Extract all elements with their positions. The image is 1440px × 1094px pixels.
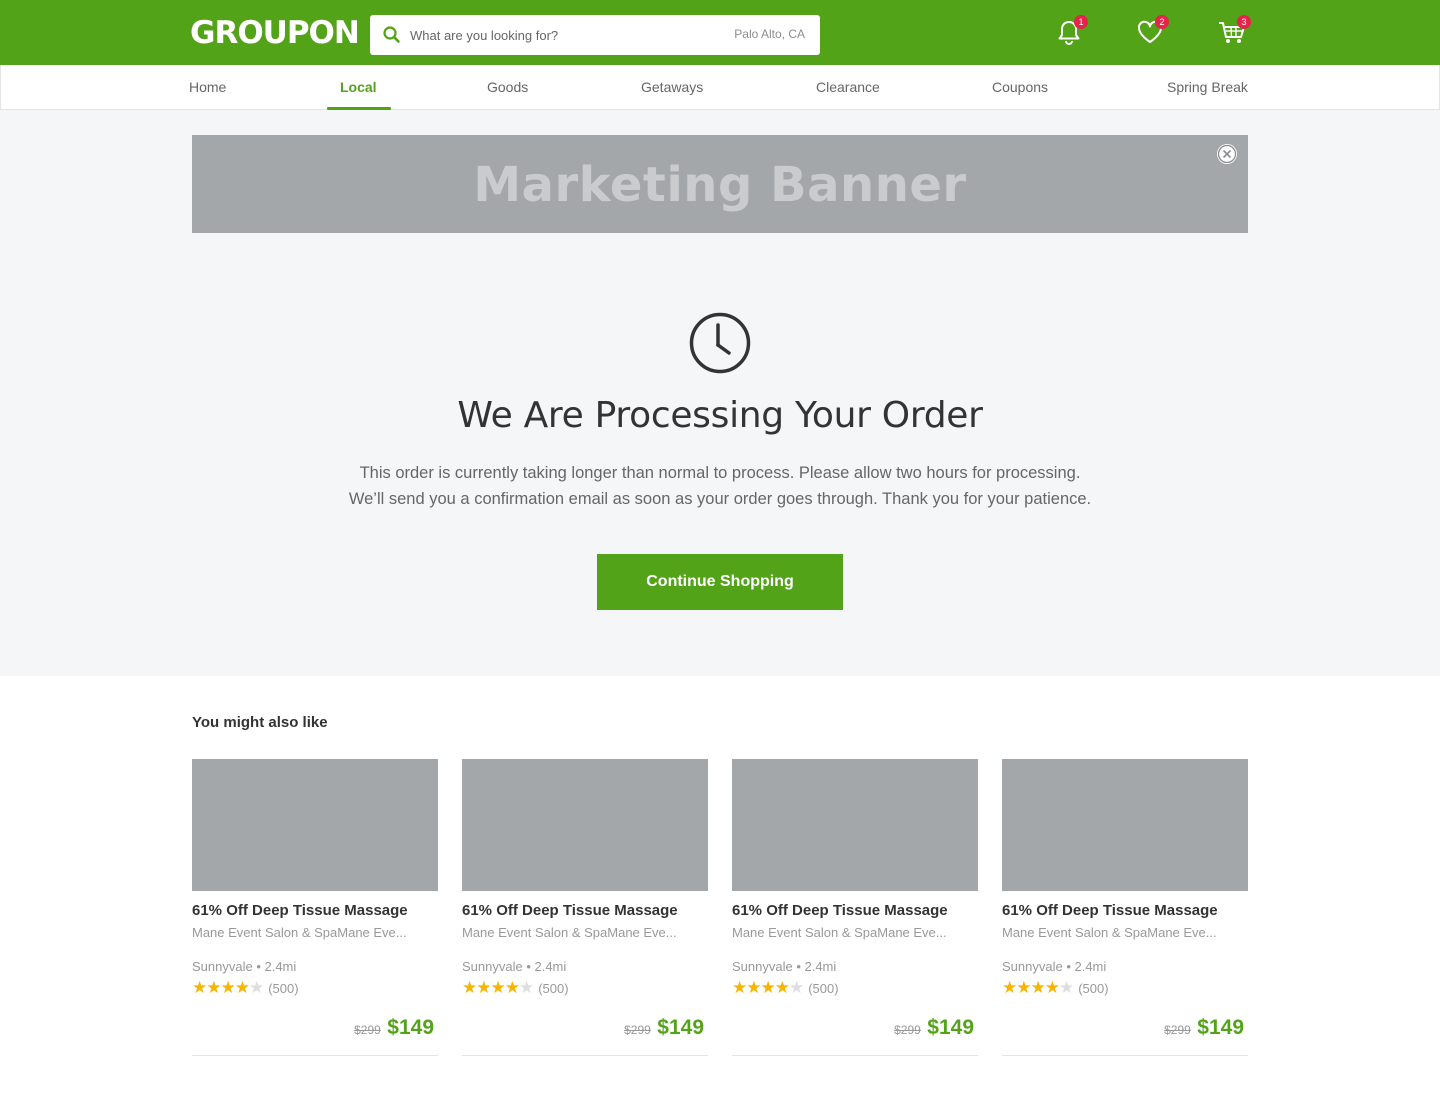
notifications-badge: 1	[1074, 15, 1088, 29]
deal-title[interactable]: 61% Off Deep Tissue Massage	[732, 902, 948, 919]
original-price: $299	[1164, 1023, 1191, 1037]
deal-prices: $299 $149	[624, 1016, 704, 1040]
star-rating-icon: ★★★★★	[1002, 978, 1074, 997]
nav-item-local[interactable]: Local	[340, 79, 377, 95]
deal-rating: ★★★★★ (500)	[732, 978, 839, 997]
deal-location: Sunnyvale • 2.4mi	[462, 959, 567, 974]
star-rating-icon: ★★★★★	[192, 978, 264, 997]
deal-title[interactable]: 61% Off Deep Tissue Massage	[192, 902, 408, 919]
continue-shopping-button[interactable]: Continue Shopping	[597, 554, 843, 610]
bell-icon	[1055, 21, 1083, 50]
deal-card[interactable]: 61% Off Deep Tissue Massage Mane Event S…	[462, 759, 708, 1056]
original-price: $299	[894, 1023, 921, 1037]
review-count: (500)	[268, 980, 299, 996]
deal-merchant: Mane Event Salon & SpaMane Eve...	[462, 925, 677, 940]
groupon-logo[interactable]: GROUPON	[190, 15, 360, 51]
notifications-button[interactable]: 1	[1055, 15, 1088, 50]
cart-badge: 3	[1237, 15, 1251, 29]
review-count: (500)	[538, 980, 569, 996]
deal-prices: $299 $149	[894, 1016, 974, 1040]
nav-item-getaways[interactable]: Getaways	[641, 79, 703, 95]
deal-prices: $299 $149	[1164, 1016, 1244, 1040]
deal-image[interactable]	[462, 759, 708, 891]
deal-price: $149	[387, 1016, 434, 1039]
deal-location: Sunnyvale • 2.4mi	[1002, 959, 1107, 974]
deal-card[interactable]: 61% Off Deep Tissue Massage Mane Event S…	[1002, 759, 1248, 1056]
processing-message: This order is currently taking longer th…	[0, 460, 1440, 512]
deal-merchant: Mane Event Salon & SpaMane Eve...	[732, 925, 947, 940]
processing-message-line-1: This order is currently taking longer th…	[359, 464, 1081, 482]
search-input[interactable]	[410, 15, 730, 55]
nav-item-spring-break[interactable]: Spring Break	[1167, 79, 1248, 95]
order-status-section: Marketing Banner We Are Processing Your …	[0, 110, 1440, 676]
deal-merchant: Mane Event Salon & SpaMane Eve...	[192, 925, 407, 940]
banner-text: Marketing Banner	[473, 157, 967, 213]
original-price: $299	[354, 1023, 381, 1037]
nav-item-clearance[interactable]: Clearance	[816, 79, 880, 95]
top-header: GROUPON Palo Alto, CA 1 2 3	[0, 0, 1440, 65]
review-count: (500)	[808, 980, 839, 996]
deal-image[interactable]	[192, 759, 438, 891]
deal-price: $149	[1197, 1016, 1244, 1039]
search-icon[interactable]	[382, 25, 402, 45]
deal-rating: ★★★★★ (500)	[1002, 978, 1109, 997]
deal-merchant: Mane Event Salon & SpaMane Eve...	[1002, 925, 1217, 940]
location-selector[interactable]: Palo Alto, CA	[734, 27, 805, 41]
deal-rating: ★★★★★ (500)	[192, 978, 299, 997]
deal-price: $149	[657, 1016, 704, 1039]
nav-item-coupons[interactable]: Coupons	[992, 79, 1048, 95]
nav-item-goods[interactable]: Goods	[487, 79, 528, 95]
cart-icon	[1217, 22, 1247, 50]
deal-title[interactable]: 61% Off Deep Tissue Massage	[1002, 902, 1218, 919]
wishlist-badge: 2	[1155, 15, 1169, 29]
review-count: (500)	[1078, 980, 1109, 996]
deal-price: $149	[927, 1016, 974, 1039]
close-icon	[1217, 144, 1237, 168]
star-rating-icon: ★★★★★	[462, 978, 534, 997]
processing-message-line-2: We’ll send you a confirmation email as s…	[348, 490, 1092, 508]
deal-card[interactable]: 61% Off Deep Tissue Massage Mane Event S…	[192, 759, 438, 1056]
page-title: We Are Processing Your Order	[457, 395, 983, 436]
deal-prices: $299 $149	[354, 1016, 434, 1040]
deal-title[interactable]: 61% Off Deep Tissue Massage	[462, 902, 678, 919]
marketing-banner[interactable]: Marketing Banner	[192, 135, 1248, 233]
deal-card[interactable]: 61% Off Deep Tissue Massage Mane Event S…	[732, 759, 978, 1056]
clock-icon	[688, 311, 752, 375]
deal-image[interactable]	[732, 759, 978, 891]
search-bar[interactable]: Palo Alto, CA	[370, 15, 820, 55]
nav-item-home[interactable]: Home	[189, 79, 226, 95]
heart-icon	[1136, 20, 1164, 50]
wishlist-button[interactable]: 2	[1136, 15, 1169, 50]
deal-location: Sunnyvale • 2.4mi	[732, 959, 837, 974]
banner-close-button[interactable]	[1217, 144, 1237, 164]
category-nav: Home Local Goods Getaways Clearance Coup…	[0, 65, 1440, 110]
cart-button[interactable]: 3	[1217, 15, 1251, 50]
deal-location: Sunnyvale • 2.4mi	[192, 959, 297, 974]
recommendations-title: You might also like	[192, 714, 328, 731]
original-price: $299	[624, 1023, 651, 1037]
deal-image[interactable]	[1002, 759, 1248, 891]
star-rating-icon: ★★★★★	[732, 978, 804, 997]
deal-rating: ★★★★★ (500)	[462, 978, 569, 997]
